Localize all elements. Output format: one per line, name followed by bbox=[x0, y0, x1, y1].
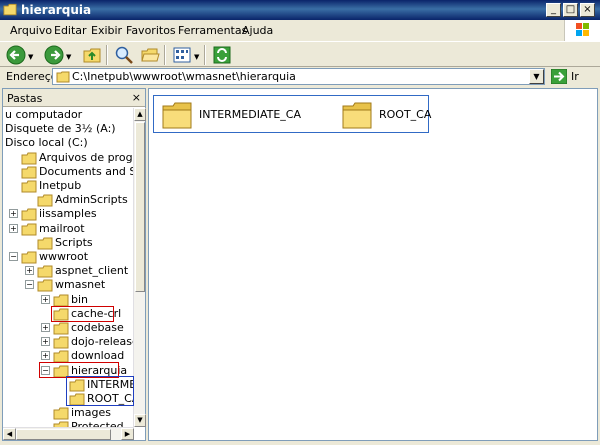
horizontal-scroll-thumb[interactable] bbox=[16, 429, 111, 440]
folder-icon bbox=[37, 194, 53, 207]
folder-icon bbox=[53, 407, 69, 420]
folder-icon bbox=[21, 223, 37, 236]
go-button-label[interactable]: Ir bbox=[571, 70, 579, 83]
forward-icon[interactable] bbox=[44, 45, 64, 65]
tree-item-label: AdminScripts bbox=[55, 193, 128, 206]
vertical-scrollbar[interactable]: ▲ ▼ bbox=[133, 108, 146, 427]
folder-item-root-ca[interactable]: ROOT_CA bbox=[337, 97, 432, 133]
address-input[interactable]: C:\Inetpub\wwwroot\wmasnet\hierarquia ▼ bbox=[52, 68, 545, 85]
folder-icon bbox=[162, 102, 192, 129]
expand-icon[interactable]: + bbox=[41, 337, 50, 346]
folder-icon bbox=[37, 279, 53, 292]
window-title: hierarquia bbox=[21, 3, 92, 17]
menu-editar[interactable]: Editar bbox=[54, 24, 87, 37]
tree-item-label: Scripts bbox=[55, 236, 93, 249]
folder-item-label: ROOT_CA bbox=[379, 108, 432, 121]
go-arrow-icon[interactable] bbox=[551, 69, 567, 84]
views-dropdown-icon[interactable]: ▼ bbox=[194, 53, 199, 61]
scroll-down-arrow-icon[interactable]: ▼ bbox=[134, 414, 146, 427]
menu-ajuda[interactable]: Ajuda bbox=[242, 24, 273, 37]
tree-item-label: wwwroot bbox=[39, 250, 89, 263]
sync-icon[interactable] bbox=[212, 45, 232, 65]
tree-item-label: dojo-release-1. bbox=[71, 335, 134, 348]
tree-item-label: aspnet_client bbox=[55, 264, 129, 277]
windows-logo-icon bbox=[564, 20, 600, 41]
expand-icon[interactable]: + bbox=[41, 295, 50, 304]
tree-item-label: Documents and Settings bbox=[39, 165, 134, 178]
tree-item-label: codebase bbox=[71, 321, 124, 334]
folder-contents-pane: INTERMEDIATE_CA ROOT_CA bbox=[148, 88, 598, 441]
tree-item-label: Disco local (C:) bbox=[5, 136, 88, 149]
tree-item-label: mailroot bbox=[39, 222, 85, 235]
folder-item-intermediate-ca[interactable]: INTERMEDIATE_CA bbox=[157, 97, 307, 133]
views-icon[interactable] bbox=[172, 45, 192, 65]
tree-item-label: Arquivos de programas bbox=[39, 151, 134, 164]
folders-pane-header: Pastas × bbox=[3, 89, 145, 107]
menu-ferramentas[interactable]: Ferramentas bbox=[178, 24, 247, 37]
toolbar-separator bbox=[164, 45, 166, 65]
explorer-window: hierarquia _ □ × Arquivo Editar Exibir F… bbox=[0, 0, 600, 445]
highlight-box-subfolders bbox=[66, 376, 134, 406]
expand-icon[interactable]: + bbox=[9, 209, 18, 218]
toolbar: ▼ ▼ ▼ bbox=[0, 41, 600, 67]
horizontal-scrollbar[interactable]: ◀ ▶ bbox=[3, 427, 134, 440]
toolbar-separator bbox=[204, 45, 206, 65]
menu-arquivo[interactable]: Arquivo bbox=[10, 24, 52, 37]
folder-icon bbox=[53, 336, 69, 349]
folders-pane: Pastas × u computador Disquete de 3½ (A:)… bbox=[2, 88, 146, 441]
folder-icon bbox=[21, 180, 37, 193]
folder-icon bbox=[53, 322, 69, 335]
forward-dropdown-icon[interactable]: ▼ bbox=[66, 53, 71, 61]
close-folders-pane-button[interactable]: × bbox=[132, 91, 141, 104]
scroll-up-arrow-icon[interactable]: ▲ bbox=[134, 108, 146, 121]
tree-item-label: Protected bbox=[71, 420, 124, 427]
tree-item-label: iissamples bbox=[39, 207, 97, 220]
close-button[interactable]: × bbox=[580, 3, 595, 17]
toolbar-separator bbox=[106, 45, 108, 65]
up-folder-icon[interactable] bbox=[82, 45, 102, 65]
folder-icon bbox=[37, 265, 53, 278]
expand-icon[interactable]: + bbox=[41, 323, 50, 332]
menu-favoritos[interactable]: Favoritos bbox=[126, 24, 176, 37]
tree-item-label: wmasnet bbox=[55, 278, 106, 291]
tree-item-label: download bbox=[71, 349, 125, 362]
expand-icon[interactable]: + bbox=[9, 224, 18, 233]
tree-item-label: images bbox=[71, 406, 111, 419]
address-bar: Endereço C:\Inetpub\wwwroot\wmasnet\hier… bbox=[0, 67, 600, 86]
folder-item-label: INTERMEDIATE_CA bbox=[199, 108, 301, 121]
folders-pane-title: Pastas bbox=[7, 92, 43, 105]
tree-item-label: bin bbox=[71, 293, 89, 306]
back-dropdown-icon[interactable]: ▼ bbox=[28, 53, 33, 61]
folder-icon bbox=[21, 208, 37, 221]
address-value: C:\Inetpub\wwwroot\wmasnet\hierarquia bbox=[72, 70, 296, 83]
folders-icon[interactable] bbox=[140, 45, 160, 65]
folder-icon bbox=[342, 102, 372, 129]
collapse-icon[interactable]: − bbox=[9, 252, 18, 261]
folder-icon bbox=[21, 166, 37, 179]
menu-exibir[interactable]: Exibir bbox=[91, 24, 122, 37]
folder-icon bbox=[21, 251, 37, 264]
minimize-button[interactable]: _ bbox=[546, 3, 561, 17]
highlight-box-cache-crl bbox=[51, 306, 114, 322]
tree-item-label: u computador bbox=[5, 108, 83, 121]
folder-icon bbox=[56, 71, 70, 83]
scroll-right-arrow-icon[interactable]: ▶ bbox=[121, 428, 134, 440]
expand-icon[interactable]: + bbox=[25, 266, 34, 275]
folder-icon bbox=[21, 152, 37, 165]
tree-item-label: Inetpub bbox=[39, 179, 82, 192]
scroll-left-arrow-icon[interactable]: ◀ bbox=[3, 428, 16, 440]
collapse-icon[interactable]: − bbox=[25, 280, 34, 289]
title-bar[interactable]: hierarquia _ □ × bbox=[0, 0, 600, 20]
menu-bar: Arquivo Editar Exibir Favoritos Ferramen… bbox=[0, 20, 600, 40]
expand-icon[interactable]: + bbox=[41, 351, 50, 360]
search-icon[interactable] bbox=[114, 45, 134, 65]
folder-icon bbox=[3, 3, 17, 16]
address-dropdown-button[interactable]: ▼ bbox=[529, 69, 544, 84]
tree-item-label: Disquete de 3½ (A:) bbox=[5, 122, 116, 135]
back-icon[interactable] bbox=[6, 45, 26, 65]
maximize-button[interactable]: □ bbox=[563, 3, 578, 17]
folder-icon bbox=[37, 237, 53, 250]
address-label: Endereço bbox=[6, 70, 58, 83]
vertical-scroll-thumb[interactable] bbox=[135, 122, 145, 292]
